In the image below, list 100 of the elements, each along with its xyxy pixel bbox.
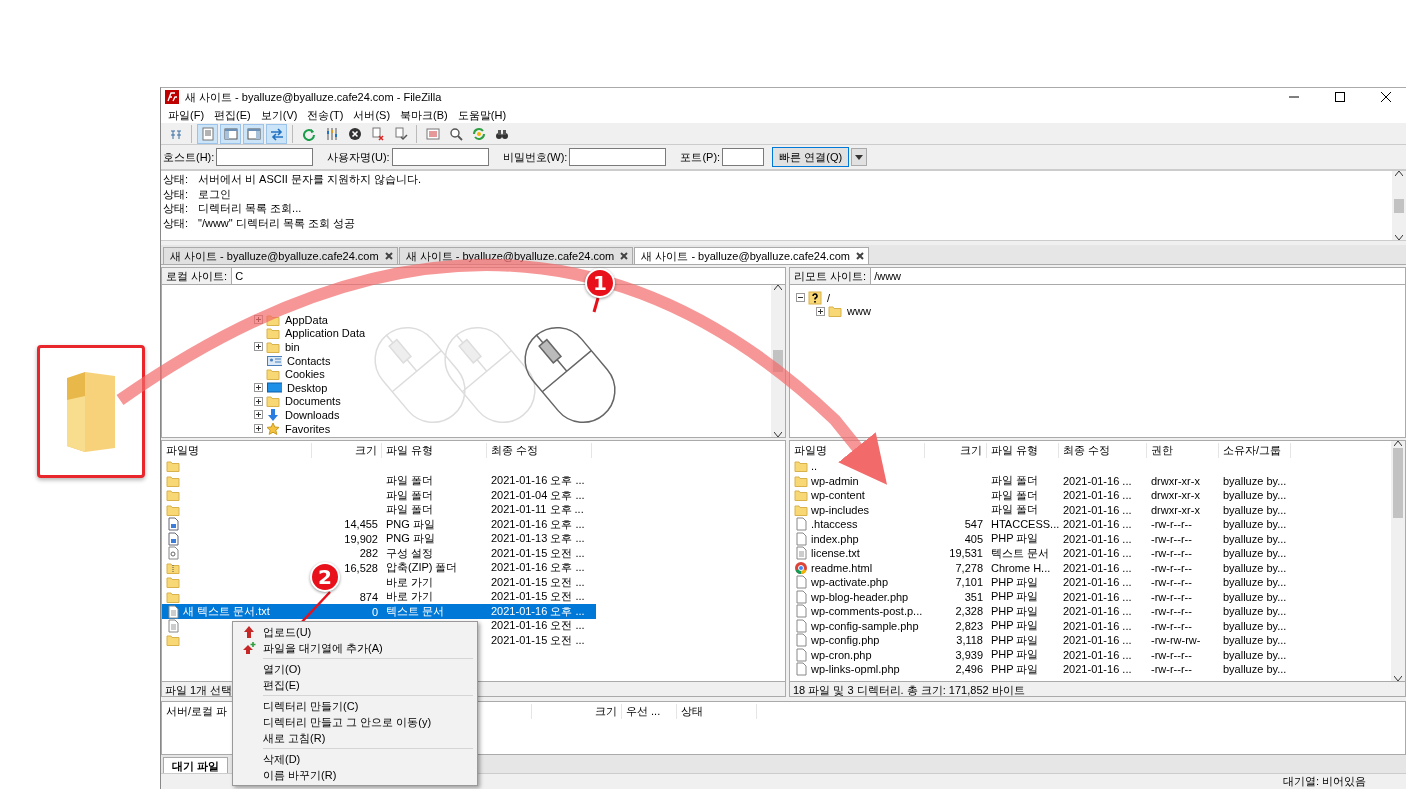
expand-toggle[interactable] [254, 342, 263, 352]
input-field[interactable] [216, 148, 314, 166]
connection-tab[interactable]: 새 사이트 - byalluze@byalluze.cafe24.com [163, 247, 398, 264]
selected-row[interactable]: 새 텍스트 문서.txt 0 텍스트 문서 2021-01-16 오후 ... [162, 604, 596, 619]
column-header[interactable]: 우선 ... [622, 703, 677, 719]
menu-item[interactable]: 새로 고침(R) [263, 730, 326, 746]
caret-icon [855, 154, 864, 160]
menu-item[interactable]: 디렉터리 만들고 그 안으로 이동(y) [263, 714, 432, 730]
menu-item[interactable]: 서버(S) [348, 106, 396, 123]
tree-item[interactable]: / [825, 291, 833, 304]
scroll-up-icon[interactable] [1394, 441, 1402, 446]
file-permissions: -rw-r--r-- [1150, 532, 1193, 545]
path-field[interactable]: /www [874, 270, 901, 282]
file-name[interactable]: license.txt [811, 547, 860, 560]
file-date: 2021-01-13 오후 ... [490, 531, 586, 547]
column-header[interactable]: 권한 [1147, 442, 1219, 458]
dropdown-button[interactable] [851, 148, 868, 166]
scrollbar-thumb[interactable] [1393, 448, 1403, 518]
menu-item[interactable]: 보기(V) [255, 106, 303, 123]
tree-item[interactable]: bin [283, 341, 302, 353]
file-name[interactable]: wp-admin [811, 474, 859, 487]
file-name[interactable]: wp-config.php [811, 634, 880, 647]
expand-toggle[interactable] [816, 306, 825, 316]
scrollbar[interactable] [1392, 171, 1406, 240]
tree-item[interactable]: Favorites [283, 422, 333, 435]
menu-item[interactable]: 북마크(B) [395, 106, 453, 123]
scroll-up-icon[interactable] [774, 285, 782, 290]
scroll-down-icon[interactable] [1395, 235, 1403, 240]
menu-item[interactable]: 열기(O) [263, 661, 301, 677]
close-icon[interactable] [855, 252, 864, 260]
log-message: 디렉터리 목록 조회... [198, 201, 302, 216]
column-header[interactable]: 파일명 [162, 442, 312, 458]
file-name[interactable]: readme.html [811, 561, 873, 574]
expand-toggle[interactable] [254, 410, 263, 420]
tree-item[interactable]: Cookies [283, 368, 327, 381]
menu-item[interactable]: 파일을 대기열에 추가(A) [263, 640, 383, 656]
scroll-down-icon[interactable] [774, 432, 782, 437]
file-name[interactable]: wp-blog-header.php [811, 590, 909, 603]
column-header[interactable]: 파일 유형 [382, 442, 487, 458]
menu-item[interactable]: 디렉터리 만들기(C) [263, 698, 359, 714]
file-name[interactable]: wp-activate.php [811, 576, 889, 589]
close-icon[interactable] [620, 252, 629, 260]
column-header[interactable]: 크기 [312, 442, 382, 458]
file-size: 405 [963, 532, 984, 545]
menu-item[interactable]: 업로드(U) [263, 624, 312, 640]
input-field[interactable] [569, 148, 667, 166]
close-icon [1381, 92, 1391, 102]
file-name[interactable]: .htaccess [811, 518, 858, 531]
file-name[interactable]: wp-content [811, 489, 865, 502]
expand-toggle[interactable] [254, 396, 263, 406]
tree-item[interactable]: Downloads [283, 408, 342, 421]
tree-item[interactable]: Documents [283, 395, 343, 408]
file-size: 19,531 [948, 547, 984, 560]
column-header[interactable]: 최종 수정 [1059, 442, 1147, 458]
menu-item[interactable]: 이름 바꾸기(R) [263, 767, 337, 783]
scroll-down-icon[interactable] [1394, 676, 1402, 681]
menu-item[interactable]: 편집(E) [209, 106, 256, 123]
file-name[interactable]: wp-config-sample.php [811, 619, 919, 632]
file-name[interactable]: wp-includes [811, 503, 870, 516]
tree-item[interactable]: AppData [283, 313, 330, 326]
folder-icon [794, 473, 808, 488]
column-header[interactable]: 최종 수정 [487, 442, 592, 458]
file-name[interactable]: wp-links-opml.php [811, 663, 900, 676]
input-field[interactable] [722, 148, 765, 166]
column-header[interactable]: 크기 [925, 442, 987, 458]
menu-item[interactable]: 도움말(H) [452, 106, 512, 123]
file-permissions: -rw-r--r-- [1150, 648, 1193, 661]
scrollbar[interactable] [1391, 441, 1405, 681]
tree-item[interactable]: Contacts [285, 354, 333, 367]
path-field[interactable]: C [235, 270, 244, 282]
refresh-icon [301, 126, 316, 141]
quickconnect-button[interactable]: 빠른 연결(Q) [772, 147, 850, 167]
file-date: 2021-01-16 ... [1062, 590, 1133, 603]
expand-toggle[interactable] [254, 383, 263, 393]
file-date: 2021-01-16 ... [1062, 663, 1133, 676]
menu-item[interactable]: 삭제(D) [263, 751, 301, 767]
scrollbar-thumb[interactable] [1394, 198, 1404, 213]
scroll-up-icon[interactable] [1395, 171, 1403, 176]
collapse-toggle[interactable] [796, 293, 805, 303]
column-header[interactable]: 상태 [677, 703, 757, 719]
file-name[interactable]: wp-comments-post.p... [811, 605, 923, 618]
close-icon[interactable] [384, 252, 393, 260]
tree-item[interactable]: www [845, 305, 873, 318]
menu-item[interactable]: 전송(T) [302, 106, 349, 123]
menu-item[interactable]: 파일(F) [163, 106, 210, 123]
input-field[interactable] [391, 148, 489, 166]
tree-item[interactable]: Desktop [285, 381, 330, 394]
column-header[interactable]: 크기 [532, 703, 622, 719]
file-name[interactable]: index.php [811, 532, 859, 545]
file-size: 282 [358, 547, 379, 560]
column-header[interactable]: 파일 유형 [987, 442, 1059, 458]
file-name[interactable]: .. [811, 460, 818, 473]
connection-tab[interactable]: 새 사이트 - byalluze@byalluze.cafe24.com [634, 247, 869, 264]
scrollbar[interactable] [771, 285, 785, 437]
file-name[interactable]: wp-cron.php [811, 648, 872, 661]
queue-tab[interactable]: 대기 파일 [163, 757, 229, 773]
column-header[interactable]: 파일명 [790, 442, 925, 458]
expand-toggle[interactable] [254, 424, 263, 434]
tree-item[interactable]: Application Data [283, 327, 368, 340]
column-header[interactable]: 소유자/그룹 [1219, 442, 1291, 458]
